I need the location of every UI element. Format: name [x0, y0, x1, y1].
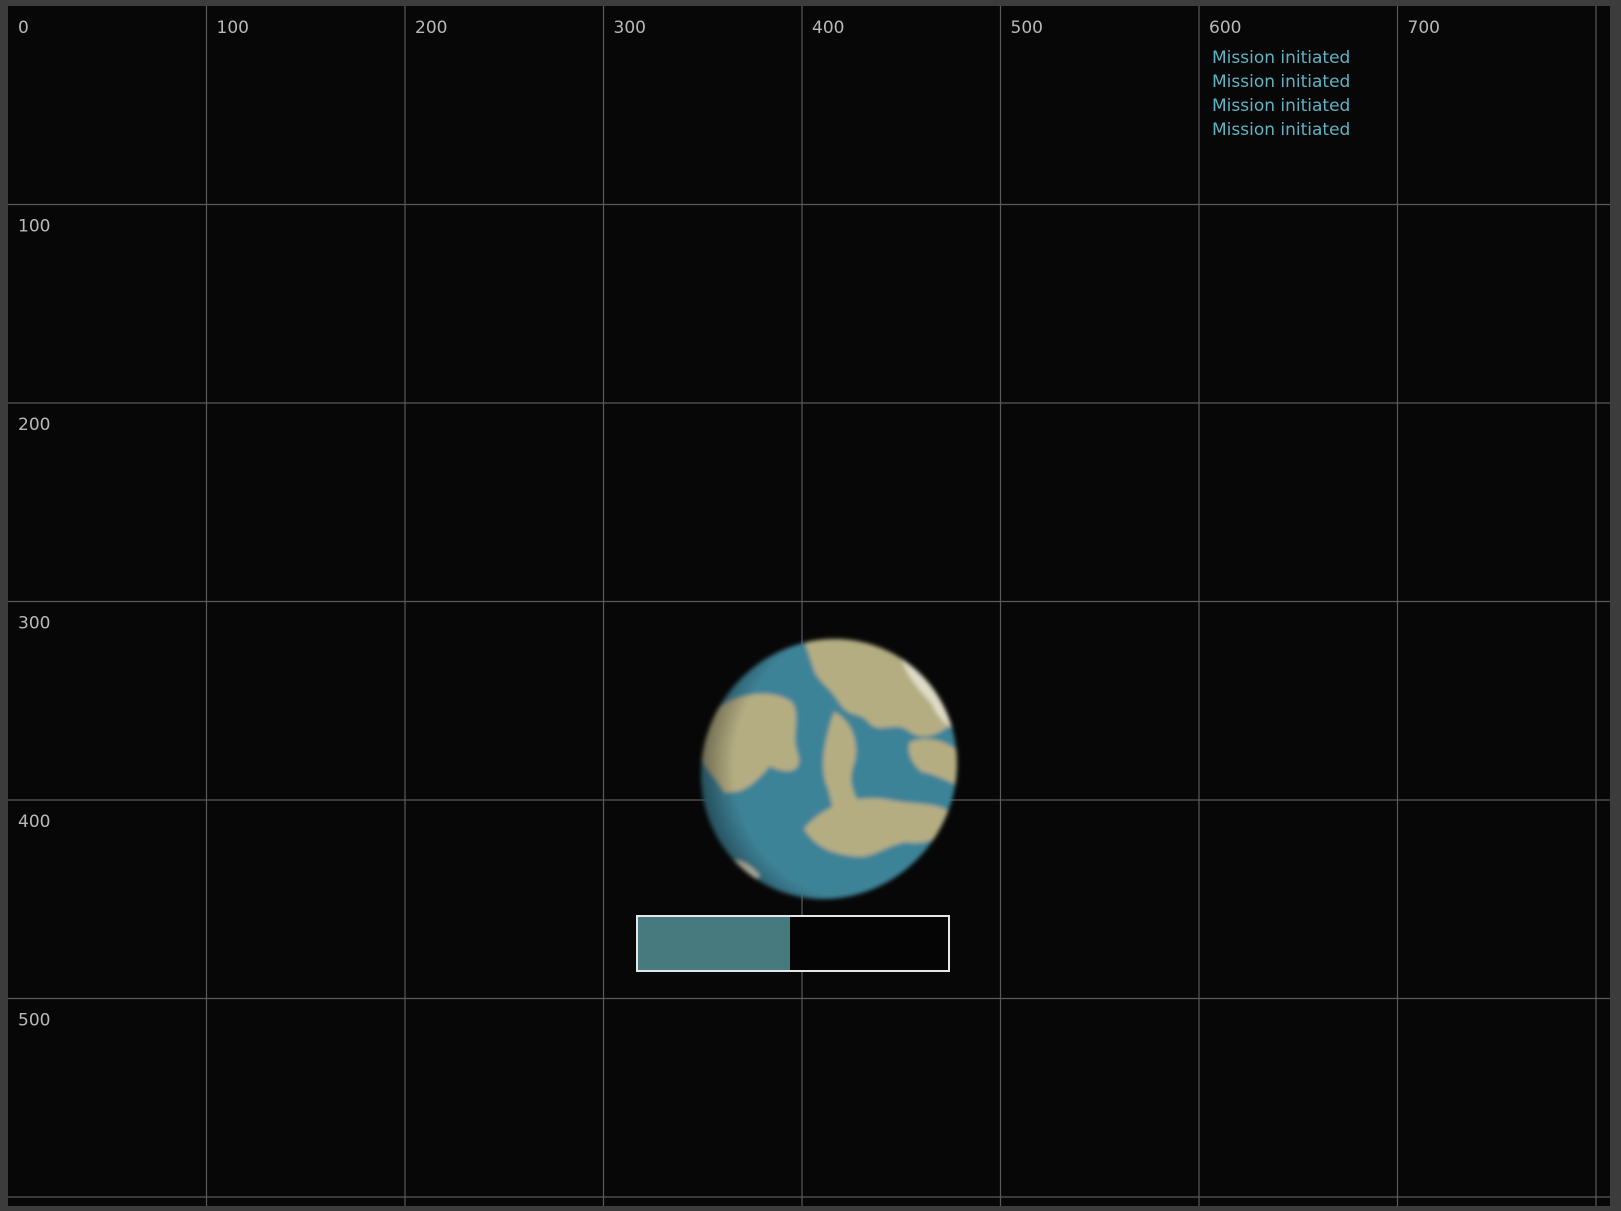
mission-log: Mission initiated Mission initiated Miss…	[1212, 46, 1350, 142]
earth-planet-icon[interactable]	[684, 624, 974, 914]
game-viewport[interactable]: 0 100 200 300 400 500 600 700 100 200 300 400 500 Mi…	[8, 6, 1610, 1206]
grid-label-x: 500	[1011, 18, 1043, 38]
coordinate-grid: 0 100 200 300 400 500 600 700 100 200 300 400 500	[8, 6, 1610, 1206]
grid-label-y: 400	[18, 812, 50, 832]
progress-bar-fill	[638, 917, 790, 970]
grid-label-x: 100	[217, 18, 249, 38]
grid-label-x: 0	[18, 18, 29, 38]
grid-label-x: 300	[614, 18, 646, 38]
grid-label-y: 300	[18, 614, 50, 634]
grid-label-y: 100	[18, 217, 50, 237]
grid-label-y: 500	[18, 1011, 50, 1031]
grid-label-y: 200	[18, 415, 50, 435]
grid-label-x: 400	[812, 18, 844, 38]
log-line: Mission initiated	[1212, 120, 1351, 140]
grid-label-x: 600	[1209, 18, 1241, 38]
log-line: Mission initiated	[1212, 72, 1351, 92]
log-line: Mission initiated	[1212, 96, 1351, 116]
grid-label-x: 700	[1408, 18, 1440, 38]
progress-bar	[636, 915, 950, 972]
log-line: Mission initiated	[1212, 48, 1351, 68]
grid-label-x: 200	[415, 18, 447, 38]
